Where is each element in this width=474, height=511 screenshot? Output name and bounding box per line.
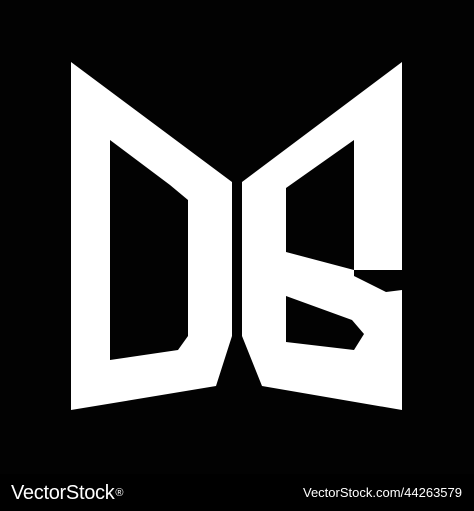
canvas: VectorStock® VectorStock.com/44263579 [0, 0, 474, 511]
brand-name: VectorStock [11, 482, 115, 504]
letter-d-glyph [71, 62, 232, 410]
registered-mark: ® [115, 487, 124, 499]
vectorstock-brand: VectorStock® [11, 481, 124, 505]
footer-bar: VectorStock® VectorStock.com/44263579 [0, 474, 474, 511]
image-reference: VectorStock.com/44263579 [303, 485, 462, 500]
db-monogram-graphic [71, 62, 402, 410]
db-monogram-logo [0, 0, 474, 474]
letter-b-glyph [242, 62, 402, 410]
